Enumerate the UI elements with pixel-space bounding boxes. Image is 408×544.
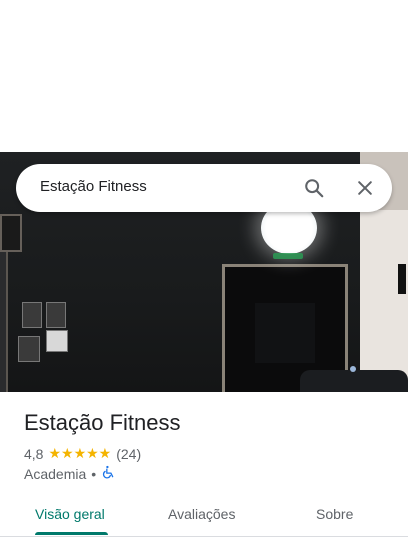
active-tab-indicator (35, 532, 108, 535)
place-title: Estação Fitness (24, 410, 181, 435)
review-count[interactable]: (24) (116, 446, 141, 462)
photo-door-interior (255, 303, 315, 363)
photo-poster (22, 302, 42, 328)
separator-dot: • (91, 465, 97, 482)
search-icon[interactable] (302, 176, 326, 200)
photo-pillar (0, 252, 8, 392)
tab-about[interactable]: Sobre (316, 506, 353, 522)
category-row: Academia • (24, 465, 115, 482)
tab-overview[interactable]: Visão geral (35, 506, 105, 522)
search-bar[interactable]: Estação Fitness (16, 164, 392, 212)
photo-poster (18, 336, 40, 362)
rating-row[interactable]: 4,8 ★★★★★ (24) (24, 445, 141, 462)
photo-poster (46, 302, 66, 328)
tab-reviews[interactable]: Avaliações (168, 506, 235, 522)
place-category: Academia (24, 465, 87, 482)
wheelchair-icon (101, 465, 115, 482)
search-query[interactable]: Estação Fitness (40, 178, 147, 195)
photo-motorbike-light (350, 366, 356, 372)
photo-exit-sign (273, 253, 303, 259)
tab-divider (0, 536, 408, 537)
photo-frame (0, 214, 22, 252)
photo-poster (46, 330, 68, 352)
star-rating: ★★★★★ (48, 445, 112, 461)
tab-bar: Visão geral Avaliações Sobre (0, 494, 408, 536)
photo-motorbike (300, 370, 408, 392)
photo-panel-right (360, 210, 408, 392)
close-icon[interactable] (353, 176, 377, 200)
rating-value: 4,8 (24, 445, 44, 462)
photo-window (398, 264, 406, 294)
